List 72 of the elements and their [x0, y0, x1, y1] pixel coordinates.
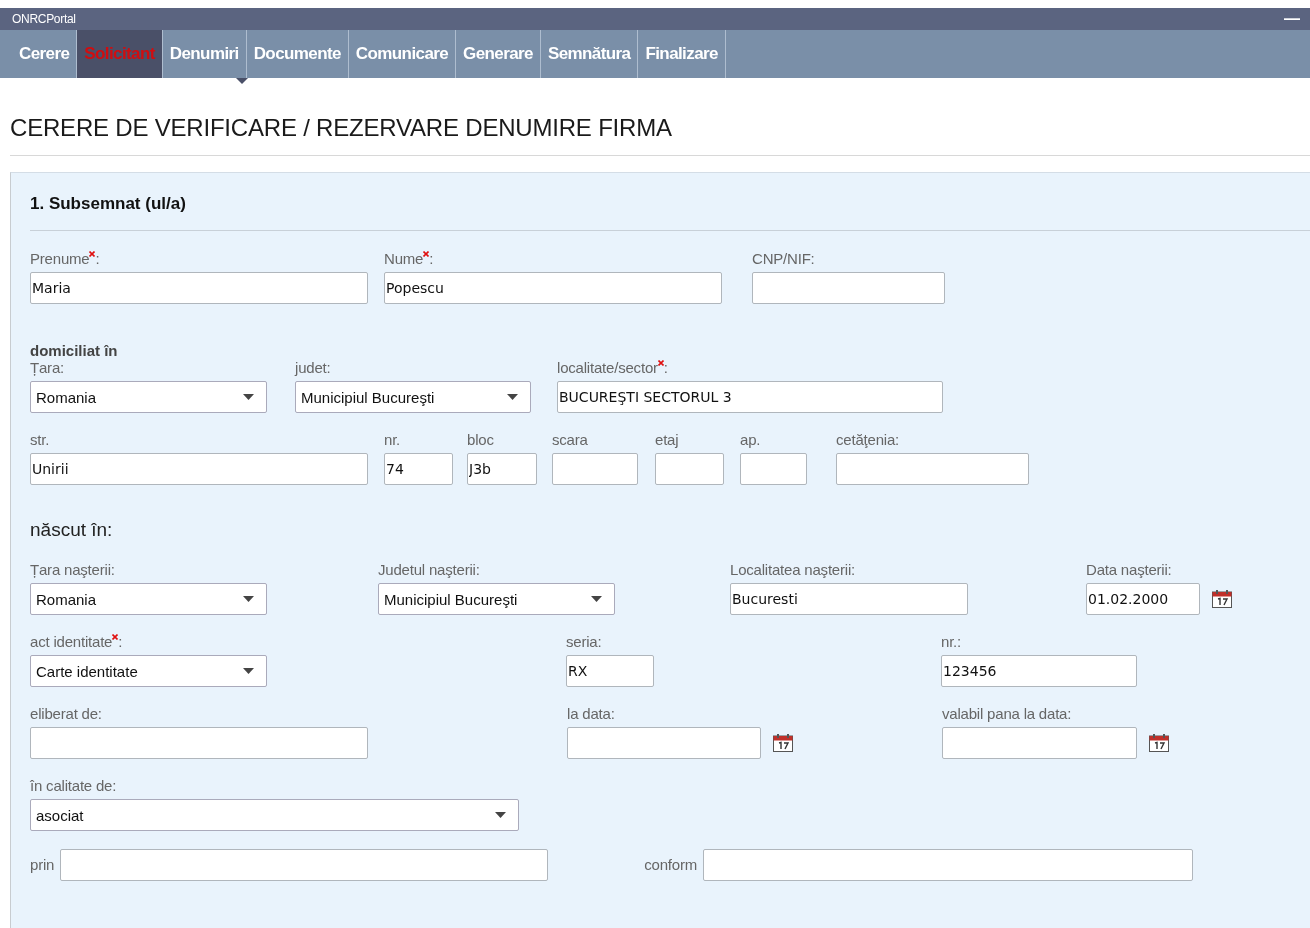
caret-icon [591, 596, 602, 602]
dropdown[interactable]: Romania [30, 381, 267, 413]
dropdown[interactable]: Municipiul Bucureşti [378, 583, 615, 615]
dropdown[interactable]: Carte identitate [30, 655, 267, 687]
field-label: scara [552, 431, 588, 448]
dropdown[interactable]: asociat [30, 799, 519, 831]
input-field[interactable] [740, 453, 807, 485]
calendar-icon[interactable] [773, 734, 793, 752]
field-label: CNP/NIF: [752, 250, 815, 267]
group-heading: domiciliat în [30, 342, 119, 359]
input-field[interactable] [60, 849, 549, 881]
caret-icon [243, 394, 254, 400]
field-label: la data: [567, 705, 615, 722]
field-label: în calitate de: [30, 777, 117, 794]
field-label: Data naşterii: [1086, 561, 1172, 578]
input-field[interactable] [655, 453, 724, 485]
field-label: Țara: [30, 359, 64, 376]
field-label: prin [30, 856, 55, 873]
field-label: cetăţenia: [836, 431, 900, 448]
field-label: Nume [384, 250, 424, 267]
dropdown[interactable]: Romania [30, 583, 267, 615]
field-label: judet: [295, 359, 331, 376]
field-label: conform [644, 856, 697, 873]
field-label: localitate/sector [557, 359, 658, 376]
input-field[interactable] [752, 272, 945, 304]
field-label: Localitatea naşterii: [730, 561, 856, 578]
input-field[interactable]: J3b [467, 453, 537, 485]
calendar-icon[interactable] [1149, 734, 1169, 752]
input-field[interactable]: Maria [30, 272, 368, 304]
input-field[interactable]: BUCUREŞTI SECTORUL 3 [557, 381, 943, 413]
dropdown[interactable]: Municipiul Bucureşti [295, 381, 531, 413]
field-label: etaj [655, 431, 679, 448]
label-colon: : [663, 359, 668, 376]
input-field[interactable] [942, 727, 1137, 759]
field-label: str. [30, 431, 50, 448]
minimize-button[interactable]: — [1284, 10, 1310, 28]
label-colon: : [429, 250, 434, 267]
caret-icon [507, 394, 518, 400]
field-label: Prenume [30, 250, 90, 267]
field-label: bloc [467, 431, 494, 448]
field-label: valabil pana la data: [942, 705, 1072, 722]
input-field[interactable]: Bucuresti [730, 583, 968, 615]
field-label: nr.: [941, 633, 962, 650]
field-label: nr. [384, 431, 401, 448]
input-field[interactable] [30, 727, 368, 759]
section-title: 1. Subsemnat (ul/a) [30, 193, 187, 214]
caret-icon [243, 596, 254, 602]
input-field[interactable]: 74 [384, 453, 453, 485]
input-field[interactable]: 123456 [941, 655, 1137, 687]
input-field[interactable]: 01.02.2000 [1086, 583, 1200, 615]
field-label: Țara naşterii: [30, 561, 115, 578]
field-label: ap. [740, 431, 761, 448]
input-field[interactable] [703, 849, 1193, 881]
calendar-icon[interactable] [1212, 590, 1232, 608]
group-heading: născut în: [30, 519, 114, 541]
field-label: Judetul naşterii: [378, 561, 480, 578]
input-field[interactable] [552, 453, 638, 485]
label-colon: : [95, 250, 100, 267]
input-field[interactable]: RX [566, 655, 654, 687]
input-field[interactable]: Popescu [384, 272, 722, 304]
input-field[interactable] [836, 453, 1029, 485]
page-title: CERERE DE VERIFICARE / REZERVARE DENUMIRE FIRMA [10, 114, 673, 142]
field-label: act identitate [30, 633, 113, 650]
caret-icon [243, 668, 254, 674]
input-field[interactable]: Unirii [30, 453, 368, 485]
caret-icon [495, 812, 506, 818]
label-colon: : [118, 633, 123, 650]
window-title: ONRCPortal [12, 12, 76, 26]
field-label: eliberat de: [30, 705, 102, 722]
input-field[interactable] [567, 727, 761, 759]
tab-pointer-icon [236, 78, 248, 84]
field-label: seria: [566, 633, 602, 650]
